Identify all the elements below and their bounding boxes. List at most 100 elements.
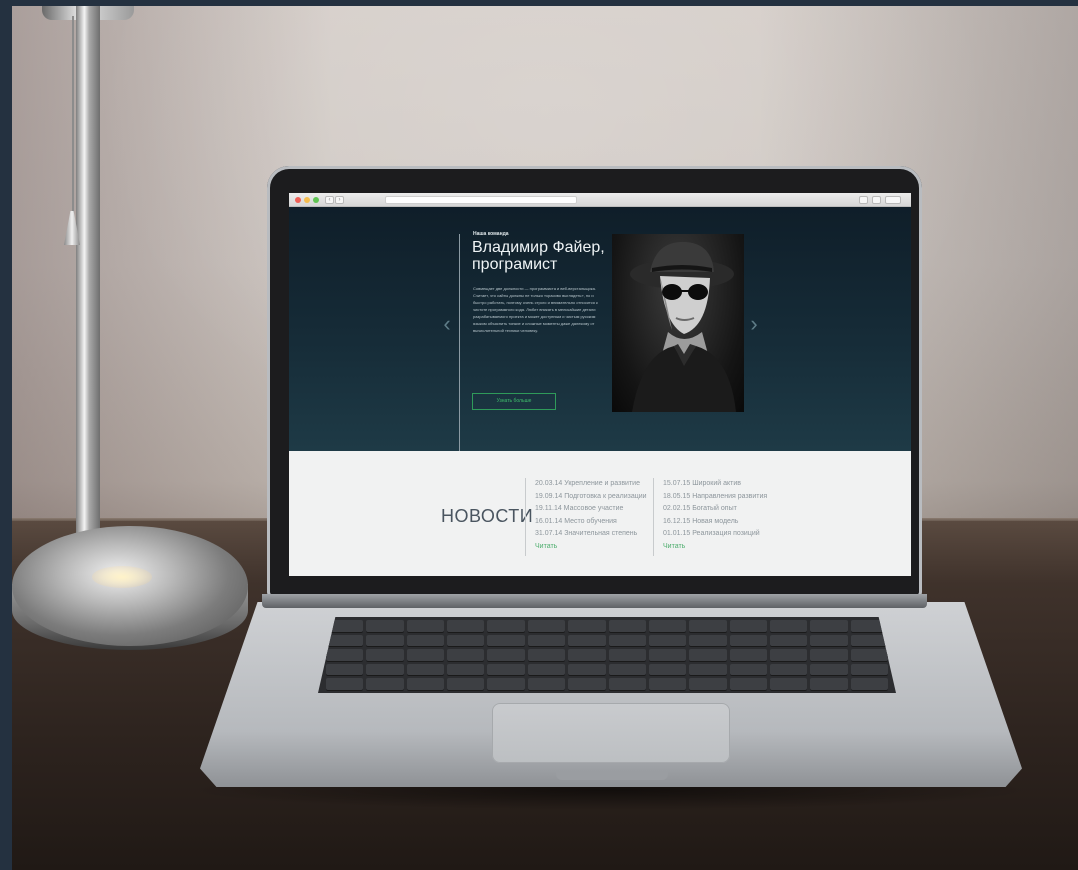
- keyboard-key: [729, 663, 767, 676]
- laptop-keyboard: [318, 617, 896, 693]
- keyboard-key: [447, 649, 485, 661]
- news-item[interactable]: 15.07.15 Широкий актив: [663, 478, 787, 491]
- keyboard-key: [447, 620, 485, 632]
- keyboard-key: [326, 649, 364, 661]
- forward-button[interactable]: ›: [335, 196, 344, 204]
- laptop-screen: ‹ › ‹ › Наша команда Владимир Файер, про…: [289, 193, 911, 576]
- keyboard-key: [648, 663, 687, 676]
- news-item[interactable]: 19.11.14 Массовое участие: [535, 503, 659, 516]
- news-item[interactable]: 20.03.14 Укрепление и развитие: [535, 478, 659, 491]
- keyboard-key: [406, 620, 445, 632]
- keyboard-key: [850, 649, 888, 661]
- next-arrow-icon[interactable]: ›: [747, 311, 761, 337]
- laptop-trackpad: [492, 703, 730, 763]
- news-column-1: 20.03.14 Укрепление и развитие 19.09.14 …: [535, 478, 659, 554]
- keyboard-key: [487, 634, 525, 647]
- keyboard-key: [810, 620, 848, 632]
- keyboard-key: [648, 634, 687, 647]
- keyboard-key: [769, 620, 808, 632]
- keyboard-key: [850, 663, 888, 676]
- keyboard-key: [366, 678, 404, 690]
- keyboard-key: [527, 634, 566, 647]
- close-dot[interactable]: [295, 197, 301, 203]
- lamp-reflection: [92, 566, 152, 588]
- tabs-icon[interactable]: [872, 196, 881, 204]
- laptop-hinge: [262, 594, 927, 608]
- news-divider: [525, 478, 526, 556]
- hero-divider-line: [459, 234, 460, 452]
- keyboard-key: [729, 620, 767, 632]
- keyboard-key: [406, 678, 445, 690]
- laptop-front-notch: [556, 772, 668, 780]
- keyboard-key: [689, 649, 727, 661]
- keyboard-key: [769, 634, 808, 647]
- keyboard-key: [689, 634, 727, 647]
- keyboard-key: [527, 678, 566, 690]
- hero-kicker: Наша команда: [473, 231, 509, 237]
- lamp-cord: [72, 16, 74, 216]
- keyboard-key: [729, 649, 767, 661]
- keyboard-key: [487, 663, 525, 676]
- keyboard-key: [366, 663, 404, 676]
- keyboard-key: [527, 649, 566, 661]
- keyboard-key: [527, 620, 566, 632]
- keyboard-key: [850, 634, 888, 647]
- keyboard-key: [326, 678, 364, 690]
- keyboard-key: [850, 678, 888, 690]
- keyboard-key: [729, 634, 767, 647]
- prev-arrow-icon[interactable]: ‹: [440, 311, 454, 337]
- keyboard-key: [447, 663, 485, 676]
- keyboard-key: [406, 634, 445, 647]
- keyboard-key: [447, 678, 485, 690]
- keyboard-key: [366, 634, 404, 647]
- team-hero-section: ‹ › Наша команда Владимир Файер, програм…: [289, 207, 911, 452]
- hero-title: Владимир Файер, програмист: [472, 239, 605, 273]
- keyboard-key: [366, 649, 404, 661]
- hero-description: Совмещает две должности — программиста и…: [473, 286, 598, 333]
- address-bar[interactable]: [385, 196, 577, 204]
- news-section: НОВОСТИ 20.03.14 Укрепление и развитие 1…: [289, 451, 911, 576]
- keyboard-key: [648, 649, 687, 661]
- news-item[interactable]: 18.05.15 Направления развития: [663, 491, 787, 504]
- news-item[interactable]: 16.12.15 Новая модель: [663, 516, 787, 529]
- keyboard-key: [487, 649, 525, 661]
- keyboard-key: [568, 678, 606, 690]
- keyboard-key: [608, 634, 646, 647]
- news-item[interactable]: 01.01.15 Реализация позиций: [663, 528, 787, 541]
- news-item[interactable]: 19.09.14 Подготовка к реализации: [535, 491, 659, 504]
- keyboard-key: [769, 663, 808, 676]
- maximize-dot[interactable]: [313, 197, 319, 203]
- news-item[interactable]: 16.01.14 Место обучения: [535, 516, 659, 529]
- keyboard-key: [648, 678, 687, 690]
- browser-toolbar: ‹ ›: [289, 193, 911, 207]
- back-button[interactable]: ‹: [325, 196, 334, 204]
- keyboard-key: [608, 620, 646, 632]
- keyboard-key: [608, 649, 646, 661]
- page-frame: ‹ › ‹ › Наша команда Владимир Файер, про…: [0, 0, 1078, 870]
- keyboard-key: [487, 620, 525, 632]
- keyboard-key: [689, 663, 727, 676]
- keyboard-key: [527, 663, 566, 676]
- keyboard-key: [568, 649, 606, 661]
- read-more-link[interactable]: Читать: [663, 541, 787, 554]
- add-tab-icon[interactable]: [885, 196, 901, 204]
- keyboard-key: [326, 663, 364, 676]
- read-more-link[interactable]: Читать: [535, 541, 659, 554]
- keyboard-key: [608, 678, 646, 690]
- keyboard-key: [810, 663, 848, 676]
- keyboard-key: [447, 634, 485, 647]
- keyboard-keys: [326, 620, 888, 690]
- news-heading: НОВОСТИ: [441, 506, 534, 526]
- keyboard-key: [568, 620, 606, 632]
- keyboard-key: [366, 620, 404, 632]
- keyboard-key: [769, 678, 808, 690]
- lamp-pole: [76, 6, 100, 546]
- minimize-dot[interactable]: [304, 197, 310, 203]
- news-item[interactable]: 02.02.15 Богатый опыт: [663, 503, 787, 516]
- news-divider: [653, 478, 654, 556]
- news-item[interactable]: 31.07.14 Значительная степень: [535, 528, 659, 541]
- share-icon[interactable]: [859, 196, 868, 204]
- keyboard-key: [689, 620, 727, 632]
- keyboard-key: [769, 649, 808, 661]
- learn-more-button[interactable]: Узнать больше: [472, 393, 556, 410]
